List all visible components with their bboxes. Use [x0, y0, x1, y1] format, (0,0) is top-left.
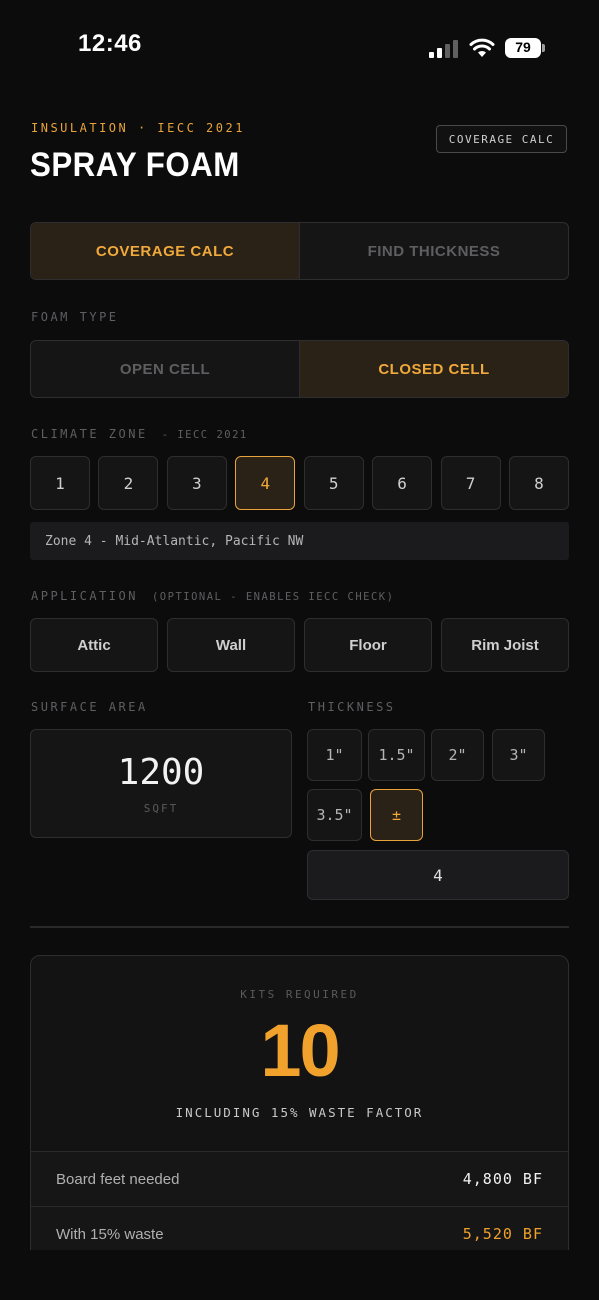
application-rim-joist-button[interactable]: Rim Joist [441, 618, 569, 672]
zone-button-6[interactable]: 6 [372, 456, 433, 510]
application-picker: Attic Wall Floor Rim Joist [30, 618, 569, 672]
custom-thickness-input[interactable]: 4 [307, 850, 569, 900]
result-card: KITS REQUIRED 10 INCLUDING 15% WASTE FAC… [30, 955, 569, 1300]
page-title: SPRAY FOAM [30, 146, 240, 184]
zone-button-1[interactable]: 1 [30, 456, 90, 510]
climate-zone-label: CLIMATE ZONE - IECC 2021 [31, 427, 248, 441]
option-closed-cell[interactable]: CLOSED CELL [299, 341, 568, 397]
section-divider [30, 926, 569, 928]
signal-icon [429, 40, 459, 58]
result-row-value: 4,800 BF [462, 1170, 543, 1188]
foam-type-label: FOAM TYPE [31, 310, 119, 324]
application-attic-button[interactable]: Attic [30, 618, 158, 672]
application-floor-button[interactable]: Floor [304, 618, 432, 672]
result-row-label: With 15% waste [56, 1225, 164, 1243]
waste-factor-note: INCLUDING 15% WASTE FACTOR [175, 1105, 424, 1120]
thickness-option-3[interactable]: 3" [492, 729, 545, 781]
thickness-option-3-5[interactable]: 3.5" [307, 789, 362, 841]
thickness-option-1-5[interactable]: 1.5" [368, 729, 425, 781]
application-wall-button[interactable]: Wall [167, 618, 295, 672]
battery-nub [542, 44, 545, 52]
thickness-option-2[interactable]: 2" [431, 729, 484, 781]
zone-button-3[interactable]: 3 [166, 456, 227, 510]
zone-button-4[interactable]: 4 [235, 456, 296, 510]
option-open-cell[interactable]: OPEN CELL [31, 341, 299, 397]
zone-button-2[interactable]: 2 [98, 456, 159, 510]
tab-find-thickness[interactable]: FIND THICKNESS [299, 223, 568, 279]
application-title: APPLICATION [31, 589, 138, 603]
foam-type-toggle: OPEN CELL CLOSED CELL [30, 340, 569, 398]
surface-area-value: 1200 [117, 752, 205, 793]
climate-zone-sublabel: - IECC 2021 [161, 429, 248, 441]
application-label: APPLICATION (OPTIONAL - ENABLES IECC CHEC… [31, 589, 394, 603]
battery-icon: 79 [505, 38, 541, 58]
zone-description: Zone 4 - Mid-Atlantic, Pacific NW [30, 522, 569, 560]
mode-tabs: COVERAGE CALC FIND THICKNESS [30, 222, 569, 280]
section-eyebrow: INSULATION · IECC 2021 [31, 121, 245, 135]
battery-level: 79 [515, 39, 531, 55]
surface-area-unit: SQFT [143, 802, 179, 815]
result-row-board-feet: Board feet needed 4,800 BF [31, 1151, 568, 1206]
kits-required-value: 10 [260, 1009, 340, 1092]
wifi-icon [469, 38, 495, 57]
bottom-fade [0, 1250, 599, 1300]
thickness-option-1[interactable]: 1" [307, 729, 362, 781]
zone-button-8[interactable]: 8 [508, 456, 569, 510]
zone-button-7[interactable]: 7 [440, 456, 501, 510]
climate-zone-picker: 1 2 3 4 5 6 7 8 [30, 456, 569, 510]
thickness-custom-button[interactable]: ± [370, 789, 423, 841]
surface-area-label: SURFACE AREA [31, 700, 148, 714]
application-sublabel: (OPTIONAL - ENABLES IECC CHECK) [151, 591, 395, 603]
zone-button-5[interactable]: 5 [303, 456, 364, 510]
tab-coverage-calc[interactable]: COVERAGE CALC [31, 223, 299, 279]
result-row-value: 5,520 BF [462, 1225, 543, 1243]
climate-zone-title: CLIMATE ZONE [31, 427, 148, 441]
thickness-label: THICKNESS [308, 700, 396, 714]
status-bar: 12:46 79 [0, 0, 599, 96]
result-row-label: Board feet needed [56, 1170, 180, 1188]
surface-area-input[interactable]: 1200 SQFT [30, 729, 292, 838]
mode-badge-button[interactable]: COVERAGE CALC [436, 125, 567, 153]
status-time: 12:46 [78, 30, 142, 57]
kits-required-label: KITS REQUIRED [240, 988, 359, 1001]
